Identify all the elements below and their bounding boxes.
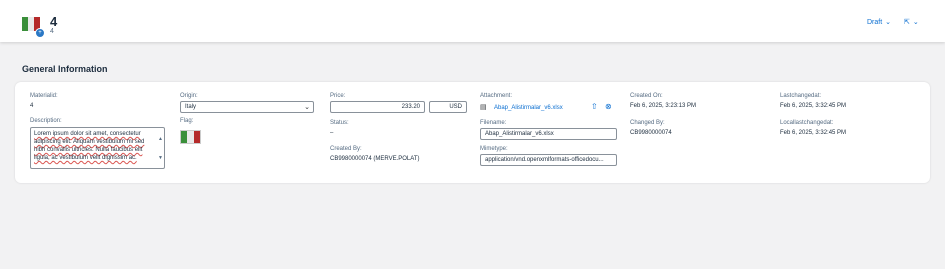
remove-icon[interactable]: ⊗ <box>605 102 612 111</box>
origin-value: Italy <box>185 104 197 110</box>
origin-select[interactable]: Italy ⌄ <box>180 101 314 113</box>
description-text: Lorem ipsum dolor sit amet, consectetur … <box>34 131 145 161</box>
mimetype-label: Mimetype: <box>480 146 508 152</box>
flag-label: Flag: <box>180 118 194 124</box>
page-title: 4 <box>50 14 58 29</box>
section-title: General Information <box>22 64 108 74</box>
chevron-down-icon: ⌄ <box>912 19 919 26</box>
share-button[interactable]: ⇱ ⌄ <box>904 18 919 26</box>
materialid-label: Materialid: <box>30 93 58 99</box>
currency-input[interactable]: USD <box>429 101 467 113</box>
created-on-label: Created On: <box>630 93 663 99</box>
italy-flag-image <box>180 130 201 144</box>
filename-value: Abap_Alistirmalar_v6.xlsx <box>485 131 554 137</box>
lastchangedat-label: Lastchangedat: <box>780 93 822 99</box>
draft-button[interactable]: Draft ⌄ <box>867 18 892 27</box>
share-icon: ⇱ <box>904 19 910 26</box>
description-label: Description: <box>30 118 62 124</box>
price-label: Price: <box>330 93 346 99</box>
filename-label: Filename: <box>480 120 507 126</box>
locallastchangedat-value: Feb 6, 2025, 3:32:45 PM <box>780 130 847 136</box>
price-input[interactable]: 233.20 <box>330 101 425 113</box>
page-subtitle: 4 <box>50 28 54 35</box>
chevron-down-icon: ⌄ <box>885 19 892 26</box>
attachment-link[interactable]: Abap_Alistirmalar_v6.xlsx <box>494 105 563 111</box>
price-value: 233.20 <box>401 104 420 110</box>
created-by-label: Created By: <box>330 146 362 152</box>
changed-by-value: CB9980000074 <box>630 130 672 136</box>
header-badge-icon: + <box>35 28 45 38</box>
locallastchangedat-label: Locallastchangedat: <box>780 120 834 126</box>
mimetype-input[interactable]: application/vnd.openxmlformats-officedoc… <box>480 154 617 166</box>
created-on-value: Feb 6, 2025, 3:23:13 PM <box>630 103 697 109</box>
filename-input[interactable]: Abap_Alistirmalar_v6.xlsx <box>480 128 617 140</box>
materialid-value: 4 <box>30 103 34 109</box>
description-textarea[interactable]: Lorem ipsum dolor sit amet, consectetur … <box>30 127 165 169</box>
created-by-value: CB9980000074 (MERVE.POLAT) <box>330 156 420 162</box>
changed-by-label: Changed By: <box>630 120 665 126</box>
lastchangedat-value: Feb 6, 2025, 3:32:45 PM <box>780 103 847 109</box>
upload-icon[interactable]: ⇧ <box>591 102 598 111</box>
chevron-down-icon: ⌄ <box>304 104 310 111</box>
mimetype-value: application/vnd.openxmlformats-officedoc… <box>485 157 604 163</box>
file-icon: ▤ <box>480 104 487 111</box>
origin-label: Origin: <box>180 93 198 99</box>
textarea-scrollbar[interactable]: ▲ ▼ <box>158 130 163 168</box>
currency-value: USD <box>449 104 462 110</box>
object-page-header: + 4 4 Draft ⌄ ⇱ ⌄ <box>0 0 945 42</box>
status-value: – <box>330 130 334 136</box>
draft-label: Draft <box>867 18 883 26</box>
status-label: Status: <box>330 120 349 126</box>
attachment-label: Attachment: <box>480 93 513 99</box>
